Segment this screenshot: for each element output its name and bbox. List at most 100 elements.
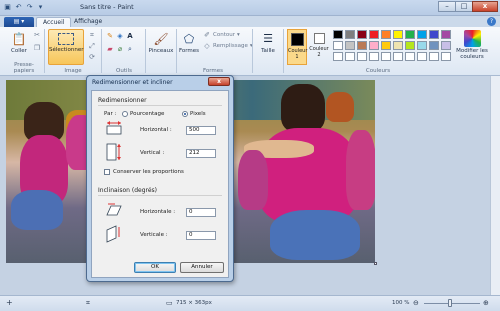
paste-button[interactable]: 📋 Coller (6, 30, 32, 55)
brush-icon: 🖌 (153, 31, 169, 46)
brushes-label: Pinceaux (148, 48, 174, 54)
color2-button[interactable]: Couleur 2 (309, 29, 329, 65)
clipboard-group-label: Presse-papiers (13, 62, 35, 74)
color-swatch[interactable] (405, 41, 415, 50)
edit-colors-button[interactable]: Modifier les couleurs (452, 30, 492, 60)
color-swatch[interactable] (441, 41, 451, 50)
vertical-input[interactable]: 212 (186, 149, 216, 158)
color2-label: Couleur 2 (309, 46, 329, 58)
color-swatch[interactable] (393, 52, 403, 61)
color-swatch[interactable] (393, 41, 403, 50)
magnifier-icon[interactable]: ⌕ (126, 45, 134, 53)
divider (283, 29, 284, 73)
color-swatch[interactable] (369, 52, 379, 61)
eraser-icon[interactable]: ▰ (106, 45, 114, 53)
color-swatch[interactable] (381, 30, 391, 39)
color-swatch[interactable] (441, 30, 451, 39)
color-picker-icon[interactable]: ⌀ (116, 45, 124, 53)
tab-affichage[interactable]: Affichage (68, 17, 108, 27)
maximize-button[interactable]: □ (455, 1, 473, 12)
pixels-label[interactable]: Pixels (190, 111, 206, 117)
pixels-radio[interactable] (182, 111, 188, 117)
skew-horizontal-input[interactable]: 0 (186, 208, 216, 217)
outline-dropdown[interactable]: ✐ Contour ▾ (203, 31, 240, 39)
divider (252, 29, 253, 73)
fill-dropdown[interactable]: ◇ Remplissage ▾ (203, 42, 252, 50)
copy-button[interactable]: ❐ (33, 44, 41, 52)
color-swatch[interactable] (381, 41, 391, 50)
fill-bucket-icon: ◇ (204, 42, 210, 50)
zoom-slider-thumb[interactable] (448, 299, 452, 307)
color-swatch[interactable] (345, 30, 355, 39)
color-swatch[interactable] (369, 30, 379, 39)
resize-button[interactable]: ⤢ (88, 42, 96, 50)
cut-button[interactable]: ✂ (33, 31, 41, 39)
color-swatch[interactable] (429, 41, 439, 50)
keep-ratio-checkbox[interactable] (104, 169, 110, 175)
selection-size-icon: ⌗ (86, 299, 90, 307)
color-swatch[interactable] (429, 52, 439, 61)
keep-ratio-label[interactable]: Conserver les proportions (113, 169, 184, 175)
color-swatch[interactable] (393, 30, 403, 39)
shapes-label: Formes (178, 48, 200, 54)
resize-icon: ⤢ (89, 42, 95, 50)
color-swatch[interactable] (417, 30, 427, 39)
dropdown-icon[interactable]: ▾ (36, 3, 45, 12)
title-bar: ▣ ↶ ↷ ▾ Sans titre - Paint – □ x (0, 0, 500, 16)
skew-horizontal-icon (106, 203, 122, 216)
zoom-out-icon[interactable]: ⊖ (413, 299, 419, 307)
color-swatch[interactable] (357, 30, 367, 39)
file-menu-button[interactable]: ▤ ▾ (4, 17, 34, 27)
color-swatch[interactable] (333, 41, 343, 50)
color-swatch[interactable] (429, 30, 439, 39)
fill-icon[interactable]: ◈ (116, 32, 124, 40)
zoom-in-icon[interactable]: ⊕ (483, 299, 489, 307)
canvas-size-text: 715 × 363px (176, 300, 212, 306)
color-swatch[interactable] (357, 52, 367, 61)
color-swatch[interactable] (369, 41, 379, 50)
color-swatch[interactable] (345, 41, 355, 50)
ok-button[interactable]: OK (134, 262, 176, 273)
save-icon[interactable]: ▣ (3, 3, 12, 12)
canvas-resize-handle[interactable] (374, 262, 377, 265)
color-swatch[interactable] (405, 52, 415, 61)
text-tool-icon[interactable]: A (126, 32, 134, 40)
color-swatch[interactable] (345, 52, 355, 61)
color-swatch[interactable] (417, 52, 427, 61)
color-swatch[interactable] (441, 52, 451, 61)
dialog-close-button[interactable]: x (208, 77, 230, 86)
color-swatch[interactable] (333, 30, 343, 39)
window-title: Sans titre - Paint (80, 3, 134, 11)
undo-icon[interactable]: ↶ (14, 3, 23, 12)
clipboard-icon: 📋 (11, 31, 27, 46)
color1-button[interactable]: Couleur 1 (287, 29, 307, 65)
color-swatch[interactable] (381, 52, 391, 61)
minimize-button[interactable]: – (438, 1, 456, 12)
percent-radio[interactable] (122, 111, 128, 117)
color-swatch[interactable] (417, 41, 427, 50)
redo-icon[interactable]: ↷ (25, 3, 34, 12)
chevron-down-icon: ▾ (236, 32, 240, 38)
close-button[interactable]: x (472, 1, 498, 12)
percent-label[interactable]: Pourcentage (130, 111, 164, 117)
cancel-button[interactable]: Annuler (180, 262, 224, 273)
divider (44, 29, 45, 73)
color-swatch[interactable] (405, 30, 415, 39)
horizontal-input[interactable]: 500 (186, 126, 216, 135)
shapes-button[interactable]: ⬠ Formes (178, 30, 200, 55)
zoom-slider-track[interactable] (424, 303, 480, 304)
divider (176, 29, 177, 73)
tab-accueil[interactable]: Accueil (36, 17, 72, 27)
crop-button[interactable]: ⌗ (88, 31, 96, 39)
size-button[interactable]: ☰ Taille (256, 30, 280, 54)
brushes-button[interactable]: 🖌 Pinceaux (148, 30, 174, 55)
skew-vertical-input[interactable]: 0 (186, 231, 216, 240)
color-swatch[interactable] (357, 41, 367, 50)
color-swatch[interactable] (333, 52, 343, 61)
add-icon[interactable]: + (6, 298, 13, 307)
pencil-icon[interactable]: ✎ (106, 32, 114, 40)
help-icon[interactable]: ? (487, 17, 496, 26)
select-button[interactable]: Sélectionner (48, 29, 84, 65)
vertical-scrollbar[interactable] (490, 76, 500, 295)
rotate-button[interactable]: ⟳ (88, 53, 96, 61)
